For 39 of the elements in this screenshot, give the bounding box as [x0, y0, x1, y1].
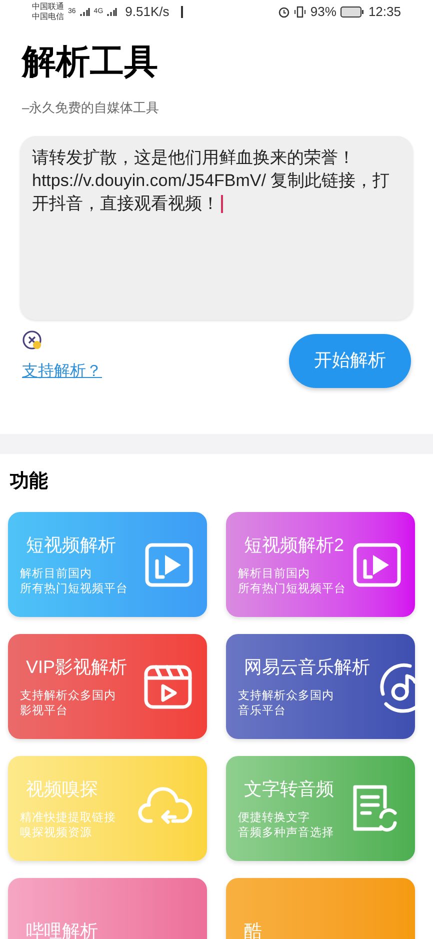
card-title: 哔哩解析 — [25, 920, 99, 939]
card-description: 支持解析众多国内 影视平台 — [20, 688, 117, 718]
clear-icon[interactable] — [22, 330, 44, 352]
start-parse-button[interactable]: 开始解析 — [289, 334, 411, 388]
card-title: 网易云音乐解析 — [243, 656, 371, 678]
battery-percent: 93% — [310, 3, 336, 22]
page-title: 解析工具 — [22, 42, 159, 82]
link-input-field[interactable]: 请转发扩散，这是他们用鲜血换来的荣誉！https://v.douyin.com/J54FBmV/ 复制此链接，打开抖音，直接观看视频！ — [20, 136, 413, 320]
feature-card[interactable]: 短视频解析 解析目前国内 所有热门短视频平台 — [8, 512, 207, 617]
feature-card[interactable]: 酷 — [226, 878, 415, 939]
card-description: 精准快捷提取链接 嗅探视频资源 — [20, 810, 116, 840]
alarm-icon — [278, 6, 290, 18]
feature-card[interactable]: 哔哩解析 — [8, 878, 207, 939]
feature-card[interactable]: 文字转音频 便捷转换文字 音频多种声音选择 — [226, 756, 415, 861]
card-title: 文字转音频 — [243, 778, 335, 800]
vibrate-icon — [294, 6, 306, 18]
signal-icon — [80, 7, 90, 17]
feature-card[interactable]: VIP影视解析 支持解析众多国内 影视平台 — [8, 634, 207, 739]
card-description: 便捷转换文字 音频多种声音选择 — [238, 810, 335, 840]
card-description: 支持解析众多国内 音乐平台 — [238, 688, 335, 718]
carrier-label: 中国联通 — [32, 2, 64, 12]
card-description: 解析目前国内 所有热门短视频平台 — [20, 566, 128, 596]
clock: 12:35 — [368, 3, 401, 22]
battery-icon — [340, 6, 364, 18]
card-description: 解析目前国内 所有热门短视频平台 — [238, 566, 347, 596]
play-icon — [353, 542, 401, 586]
card-title: 酷 — [243, 920, 263, 939]
card-title: 视频嗅探 — [25, 778, 99, 800]
carrier-label: 中国电信 — [32, 12, 64, 22]
card-title: 短视频解析 — [25, 534, 117, 556]
card-title: VIP影视解析 — [25, 656, 128, 678]
page-subtitle: –永久免费的自媒体工具 — [22, 99, 160, 117]
play-icon — [145, 542, 193, 586]
section-title: 功能 — [8, 470, 49, 494]
feature-card[interactable]: 短视频解析2 解析目前国内 所有热门短视频平台 — [226, 512, 415, 617]
signal-icon — [107, 7, 118, 17]
card-title: 短视频解析2 — [243, 534, 346, 556]
support-link[interactable]: 支持解析？ — [22, 360, 102, 384]
speed-label: 9.51K/s — [125, 3, 170, 22]
